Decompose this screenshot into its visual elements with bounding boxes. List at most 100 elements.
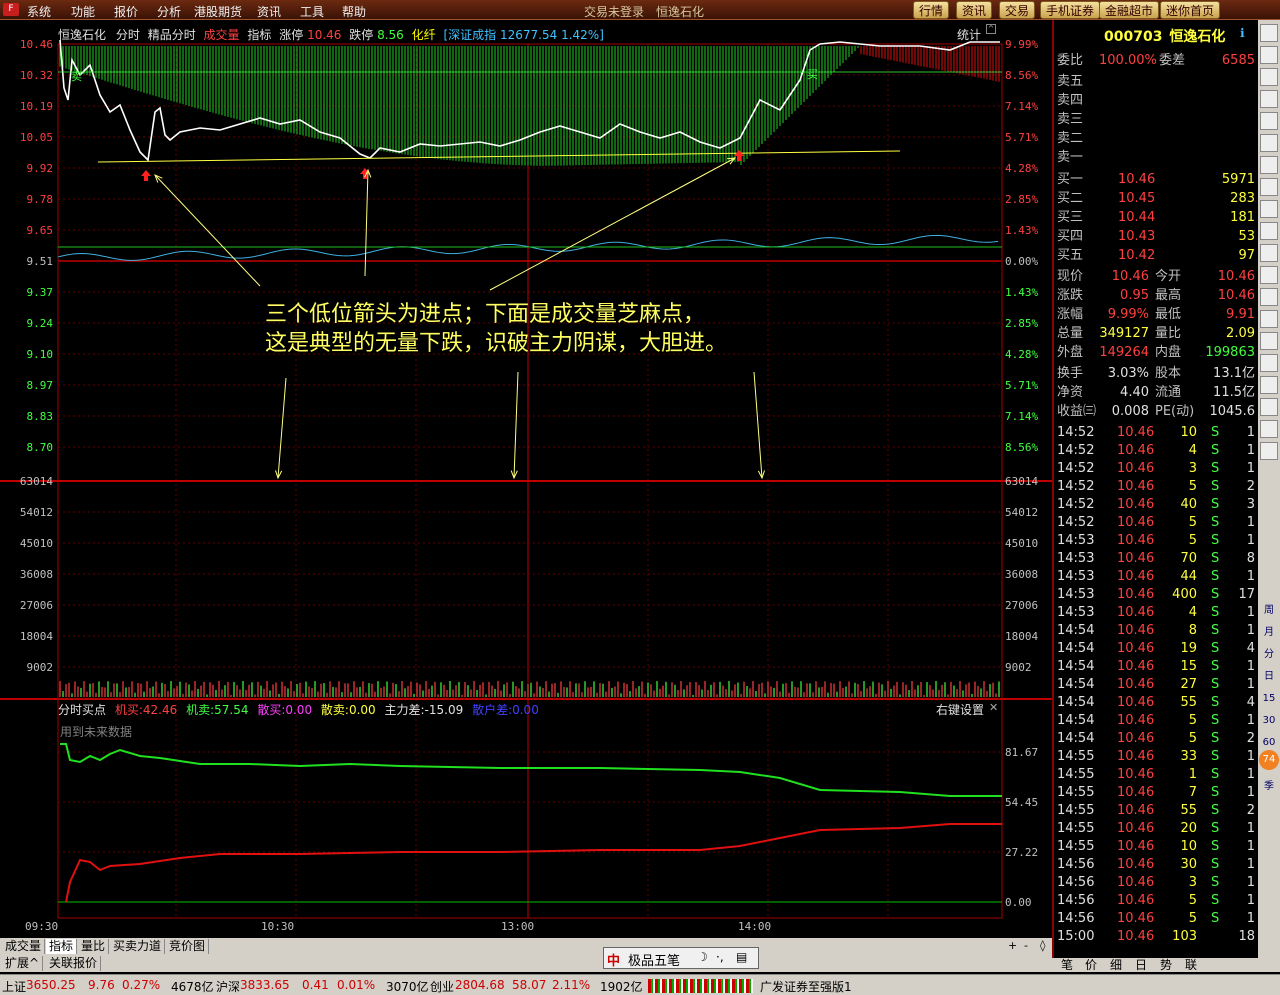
tick-row[interactable]: 14:56 10.46 3 S 1 bbox=[1057, 874, 1257, 892]
period-button[interactable]: 分 bbox=[1260, 646, 1278, 664]
tick-row[interactable]: 14:54 10.46 5 S 1 bbox=[1057, 712, 1257, 730]
vol-label[interactable]: 成交量 bbox=[204, 28, 240, 42]
tick-row[interactable]: 14:52 10.46 3 S 1 bbox=[1057, 460, 1257, 478]
btn-news[interactable]: 资讯 bbox=[956, 1, 993, 19]
buy-level[interactable]: 买四 10.43 53 bbox=[1057, 227, 1257, 246]
btn-mini-home[interactable]: 迷你首页 bbox=[1160, 1, 1221, 19]
news-icon[interactable] bbox=[1260, 200, 1278, 218]
tab-volume[interactable]: 成交量 bbox=[2, 939, 46, 954]
tick-row[interactable]: 14:52 10.46 40 S 3 bbox=[1057, 496, 1257, 514]
zoom-in-icon[interactable]: + bbox=[1008, 939, 1017, 952]
menu-news[interactable]: 资讯 bbox=[257, 3, 281, 20]
tick-row[interactable]: 15:00 10.46 103 18 bbox=[1057, 928, 1257, 946]
info-icon[interactable]: ℹ bbox=[1240, 26, 1245, 40]
sell-level[interactable]: 卖五 bbox=[1057, 72, 1257, 91]
tick-row[interactable]: 14:54 10.46 55 S 4 bbox=[1057, 694, 1257, 712]
options-icon[interactable]: ◊ bbox=[1040, 939, 1045, 952]
f10-icon[interactable] bbox=[1260, 178, 1278, 196]
period-button[interactable]: 15 bbox=[1260, 690, 1278, 708]
sell-level[interactable]: 卖一 bbox=[1057, 148, 1257, 167]
tick-row[interactable]: 14:56 10.46 5 S 1 bbox=[1057, 892, 1257, 910]
tick-row[interactable]: 14:55 10.46 20 S 1 bbox=[1057, 820, 1257, 838]
tab-indicator[interactable]: 指标 bbox=[46, 939, 78, 954]
tab-volume-ratio[interactable]: 量比 bbox=[78, 939, 110, 954]
chain-icon[interactable] bbox=[1260, 420, 1278, 438]
rp-tab-5[interactable]: 联 bbox=[1185, 956, 1197, 973]
tick-row[interactable]: 14:53 10.46 400 S 17 bbox=[1057, 586, 1257, 604]
tick-row[interactable]: 14:55 10.46 33 S 1 bbox=[1057, 748, 1257, 766]
menu-function[interactable]: 功能 bbox=[71, 3, 95, 20]
percent-icon[interactable] bbox=[1260, 442, 1278, 460]
list-icon[interactable] bbox=[1260, 288, 1278, 306]
tick-row[interactable]: 14:54 10.46 19 S 4 bbox=[1057, 640, 1257, 658]
fs-icon[interactable] bbox=[1260, 376, 1278, 394]
tick-row[interactable]: 14:56 10.46 5 S 1 bbox=[1057, 910, 1257, 928]
period-button[interactable]: 周 bbox=[1260, 602, 1278, 620]
rp-tab-0[interactable]: 笔 bbox=[1061, 956, 1073, 973]
menu-system[interactable]: 系统 bbox=[27, 3, 51, 20]
period-button[interactable]: 30 bbox=[1260, 712, 1278, 730]
minute-icon[interactable] bbox=[1260, 68, 1278, 86]
tick-row[interactable]: 14:55 10.46 1 S 1 bbox=[1057, 766, 1257, 784]
tick-row[interactable]: 14:53 10.46 5 S 1 bbox=[1057, 532, 1257, 550]
tick-row[interactable]: 14:52 10.46 5 S 1 bbox=[1057, 514, 1257, 532]
chart-up-icon[interactable] bbox=[1260, 24, 1278, 42]
buy-level[interactable]: 买三 10.44 181 bbox=[1057, 208, 1257, 227]
tick-row[interactable]: 14:54 10.46 8 S 1 bbox=[1057, 622, 1257, 640]
menu-quote[interactable]: 报价 bbox=[114, 3, 138, 20]
buy-level[interactable]: 买二 10.45 283 bbox=[1057, 189, 1257, 208]
tick-row[interactable]: 14:54 10.46 15 S 1 bbox=[1057, 658, 1257, 676]
fin-icon[interactable] bbox=[1260, 156, 1278, 174]
f-icon[interactable] bbox=[1260, 332, 1278, 350]
tick-row[interactable]: 14:55 10.46 55 S 2 bbox=[1057, 802, 1257, 820]
candle-icon[interactable] bbox=[1260, 134, 1278, 152]
tab-auction[interactable]: 竞价图 bbox=[166, 939, 210, 954]
rp-tab-3[interactable]: 日 bbox=[1135, 956, 1147, 973]
rp-tab-2[interactable]: 细 bbox=[1110, 956, 1122, 973]
rp-tab-4[interactable]: 势 bbox=[1160, 956, 1172, 973]
btn-finance-mall[interactable]: 金融超市 bbox=[1099, 1, 1160, 19]
ks-icon[interactable] bbox=[1260, 398, 1278, 416]
tick-row[interactable]: 14:56 10.46 30 S 1 bbox=[1057, 856, 1257, 874]
btn-mobile[interactable]: 手机证券 bbox=[1040, 1, 1101, 19]
tick-row[interactable]: 14:52 10.46 5 S 2 bbox=[1057, 478, 1257, 496]
tab-fine-minute[interactable]: 精品分时 bbox=[148, 28, 196, 42]
chart-down-icon[interactable] bbox=[1260, 46, 1278, 64]
ind-label[interactable]: 指标 bbox=[247, 28, 271, 42]
period-button[interactable]: 月 bbox=[1260, 624, 1278, 642]
badge-icon[interactable]: 74 bbox=[1259, 750, 1279, 770]
buy-level[interactable]: 买一 10.46 5971 bbox=[1057, 170, 1257, 189]
tick-row[interactable]: 14:53 10.46 70 S 8 bbox=[1057, 550, 1257, 568]
menu-analysis[interactable]: 分析 bbox=[157, 3, 181, 20]
x-icon[interactable] bbox=[1260, 310, 1278, 328]
btn-trade[interactable]: 交易 bbox=[999, 1, 1036, 19]
zoom-icon[interactable] bbox=[1260, 354, 1278, 372]
tab-buy-sell-force[interactable]: 买卖力道 bbox=[110, 939, 166, 954]
tab-minute[interactable]: 分时 bbox=[116, 28, 140, 42]
punct-icon[interactable]: ·, bbox=[716, 950, 724, 964]
chart-area[interactable]: 恒逸石化 分时 精品分时 成交量 指标 涨停 10.46 跌停 8.56 化纤 … bbox=[0, 20, 1052, 938]
tick-row[interactable]: 14:53 10.46 4 S 1 bbox=[1057, 604, 1257, 622]
ime-bar[interactable]: 中 极品五笔 ☽ ·, ▤ bbox=[603, 947, 759, 969]
moon-icon[interactable]: ☽ bbox=[697, 950, 708, 964]
tick-row[interactable]: 14:52 10.46 4 S 1 bbox=[1057, 442, 1257, 460]
stat-button[interactable]: 统计 bbox=[957, 26, 981, 43]
tick-row[interactable]: 14:52 10.46 10 S 1 bbox=[1057, 424, 1257, 442]
kline-icon[interactable] bbox=[1260, 90, 1278, 108]
tab-expand[interactable]: 扩展^ bbox=[2, 956, 44, 971]
tick-row[interactable]: 14:55 10.46 7 S 1 bbox=[1057, 784, 1257, 802]
rp-tab-1[interactable]: 价 bbox=[1085, 956, 1097, 973]
right-click-setting[interactable]: 右键设置 bbox=[936, 701, 984, 718]
tick-row[interactable]: 14:55 10.46 10 S 1 bbox=[1057, 838, 1257, 856]
hot-icon[interactable] bbox=[1260, 222, 1278, 240]
period-button[interactable]: 日 bbox=[1260, 668, 1278, 686]
expand-icon[interactable]: ^ bbox=[986, 24, 996, 34]
zoom-out-icon[interactable]: - bbox=[1024, 939, 1028, 952]
close-icon[interactable]: ✕ bbox=[989, 701, 998, 714]
grid-icon[interactable] bbox=[1260, 244, 1278, 262]
period-button[interactable]: 季 bbox=[1260, 778, 1278, 796]
menu-hk-futures[interactable]: 港股期货 bbox=[194, 3, 242, 20]
sell-level[interactable]: 卖二 bbox=[1057, 129, 1257, 148]
tick-row[interactable]: 14:53 10.46 44 S 1 bbox=[1057, 568, 1257, 586]
report-icon[interactable] bbox=[1260, 266, 1278, 284]
